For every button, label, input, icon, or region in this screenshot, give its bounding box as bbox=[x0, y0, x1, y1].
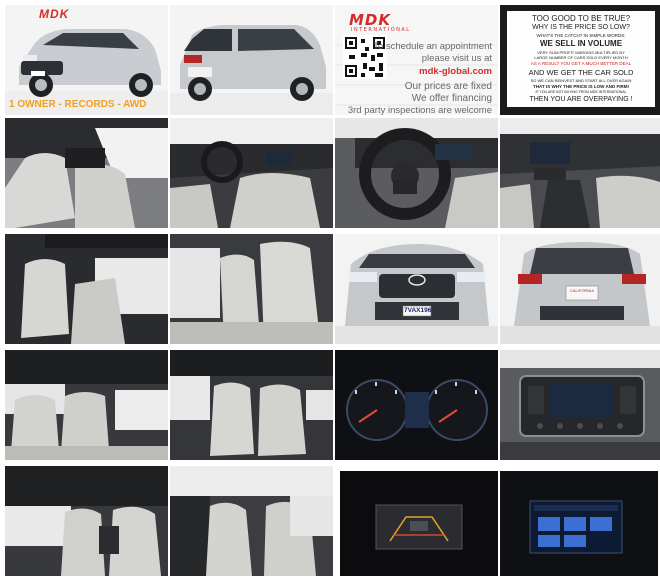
rear-seats-side-photo[interactable] bbox=[170, 234, 333, 344]
promo-line-4: WE SELL IN VOLUME bbox=[539, 39, 623, 48]
third-row-seats-illustration bbox=[170, 350, 333, 460]
front-grille-illustration bbox=[335, 234, 498, 344]
steering-wheel-illustration bbox=[335, 118, 498, 228]
dashboard-illustration bbox=[170, 118, 333, 228]
backup-camera-screen-photo[interactable] bbox=[340, 471, 498, 576]
dealer-info-ad[interactable]: MDK INTERNATIONAL To schedule an appoint… bbox=[335, 5, 498, 115]
dealer-logo-sub: INTERNATIONAL bbox=[351, 27, 411, 33]
ad-line-1: To schedule an appointment bbox=[373, 41, 492, 52]
rear-hatch-photo[interactable]: CALIFORNIA bbox=[500, 234, 660, 344]
rear-seats-side-illustration bbox=[170, 234, 333, 344]
promo-line-12: THEN YOU ARE OVERPAYING ! bbox=[529, 96, 633, 103]
rear-three-quarter-photo[interactable] bbox=[170, 5, 333, 115]
ad-line-2: please visit us at bbox=[421, 53, 492, 64]
promo-line-6: LARGE NUMBER OF CARS SOLD EVERY MONTH bbox=[534, 55, 628, 60]
banner-tagline: 1 OWNER - RECORDS - AWD bbox=[9, 99, 147, 110]
ad-line-3: Our prices are fixed bbox=[404, 81, 492, 92]
driver-seat-side-illustration bbox=[170, 466, 333, 576]
suv-rear-illustration bbox=[170, 5, 333, 115]
front-seats-photo[interactable] bbox=[5, 118, 168, 228]
radio-unit-illustration bbox=[500, 350, 660, 460]
second-row-seat-illustration bbox=[5, 234, 168, 344]
steering-wheel-photo[interactable] bbox=[335, 118, 498, 228]
rear-license-plate: CALIFORNIA bbox=[569, 288, 594, 293]
front-three-quarter-photo[interactable]: MDK 1 OWNER - RECORDS - AWD bbox=[5, 5, 168, 115]
promo-line-10: THAT IS WHY THE PRICE IS LOW AND FIRM! bbox=[533, 84, 629, 89]
second-row-interior-photo[interactable] bbox=[5, 466, 168, 576]
center-console-photo[interactable] bbox=[500, 118, 660, 228]
promo-line-9: SO WE CAN REINVEST AND START ALL OVER AG… bbox=[530, 78, 632, 83]
photo-gallery: MDK 1 OWNER - RECORDS - AWD MDK INTERNAT… bbox=[0, 0, 660, 579]
dashboard-from-driver-door-photo[interactable] bbox=[170, 118, 333, 228]
audio-source-screen-illustration bbox=[500, 471, 658, 576]
front-grille-photo[interactable]: 7VAX196 bbox=[335, 234, 498, 344]
promo-line-2: WHY IS THE PRICE SO LOW? bbox=[532, 24, 630, 31]
ad-line-4: We offer financing bbox=[411, 93, 492, 104]
promo-line-8: AND WE GET THE CAR SOLD bbox=[528, 68, 634, 77]
instrument-cluster-photo[interactable] bbox=[335, 350, 498, 460]
front-seats-illustration bbox=[5, 118, 168, 228]
promo-line-3: WHAT'S THE CATCH? IN SIMPLE WORDS: bbox=[536, 33, 626, 38]
promo-line-11: IF YOU ARE NOT BUYING FROM MDK INTERNATI… bbox=[535, 90, 627, 94]
second-row-interior-illustration bbox=[5, 466, 168, 576]
instrument-cluster-illustration bbox=[335, 350, 498, 460]
promo-panel: TOO GOOD TO BE TRUE? WHY IS THE PRICE SO… bbox=[507, 11, 655, 107]
backup-camera-illustration bbox=[340, 471, 498, 576]
radio-unit-photo[interactable] bbox=[500, 350, 660, 460]
third-row-seats-photo[interactable] bbox=[170, 350, 333, 460]
audio-source-screen-photo[interactable] bbox=[500, 471, 658, 576]
dealer-url-link[interactable]: mdk-global.com bbox=[419, 66, 492, 77]
price-promo-ad[interactable]: TOO GOOD TO BE TRUE? WHY IS THE PRICE SO… bbox=[500, 5, 660, 115]
front-license-plate: 7VAX196 bbox=[404, 307, 432, 314]
promo-line-7: AS A RESULT YOU GET A MUCH BETTER DEAL bbox=[530, 61, 632, 66]
driver-seat-side-photo[interactable] bbox=[170, 466, 333, 576]
rear-seats-from-back-photo[interactable] bbox=[5, 350, 168, 460]
second-row-seat-photo[interactable] bbox=[5, 234, 168, 344]
promo-line-1: TOO GOOD TO BE TRUE? bbox=[531, 14, 631, 23]
banner-logo: MDK bbox=[39, 7, 70, 21]
rear-seats-from-back-illustration bbox=[5, 350, 168, 460]
center-console-illustration bbox=[500, 118, 660, 228]
ad-line-5: 3rd party inspections are welcome bbox=[347, 105, 492, 115]
